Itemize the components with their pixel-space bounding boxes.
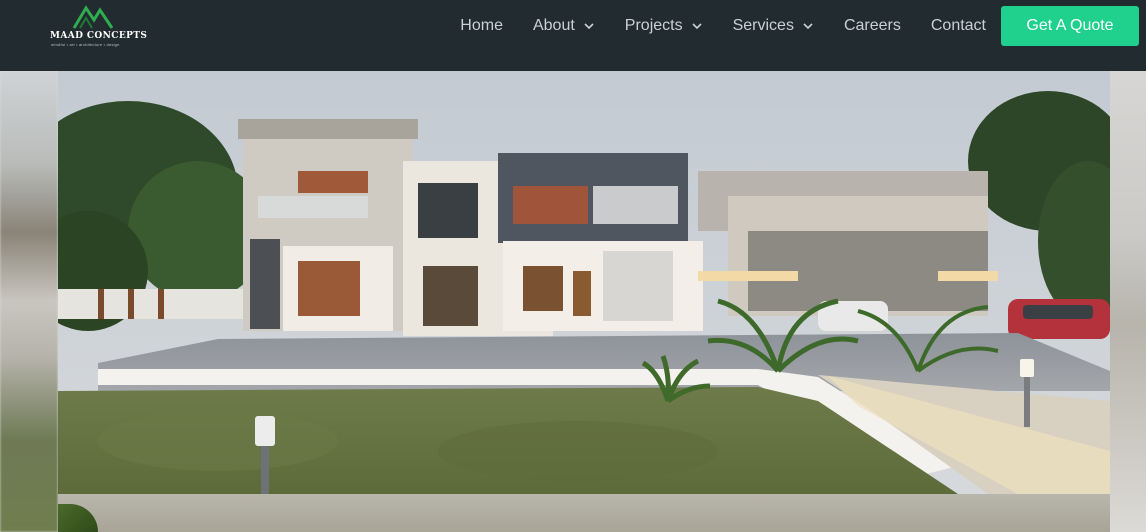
chevron-down-icon <box>584 22 594 29</box>
brand-tagline: mindful • art • architecture • design <box>51 42 120 47</box>
nav-label: Home <box>460 16 503 34</box>
hero-image <box>58 71 1110 494</box>
chevron-down-icon <box>692 22 702 29</box>
nav-label: Projects <box>624 16 683 34</box>
nav-item-careers[interactable]: Careers <box>844 17 901 35</box>
nav-item-services[interactable]: Services <box>733 17 814 35</box>
site-header: MAAD CONCEPTS mindful • art • architectu… <box>0 0 1146 71</box>
nav-item-home[interactable]: Home <box>460 17 503 35</box>
get-a-quote-button[interactable]: Get A Quote <box>1001 6 1139 46</box>
villa-illustration <box>58 71 1110 494</box>
brand-name: MAAD CONCEPTS <box>50 31 148 41</box>
chevron-down-icon <box>803 22 813 29</box>
brand-logo[interactable]: MAAD CONCEPTS mindful • art • architectu… <box>50 4 147 48</box>
mountain-logo-icon <box>72 5 114 29</box>
nav-item-about[interactable]: About <box>533 17 595 35</box>
nav-label: Services <box>732 16 794 34</box>
next-section-preview <box>58 494 1110 532</box>
nav-item-contact[interactable]: Contact <box>931 17 986 35</box>
nav-item-projects[interactable]: Projects <box>625 17 703 35</box>
nav-label: Careers <box>843 16 901 34</box>
leaf-shape <box>58 504 98 532</box>
nav-label: Contact <box>930 16 986 34</box>
nav-label: About <box>532 16 575 34</box>
hero-background-blur-left <box>0 71 58 532</box>
main-nav: Home About Projects Services Careers Con… <box>430 0 986 51</box>
hero-background-blur-right <box>1110 71 1146 532</box>
